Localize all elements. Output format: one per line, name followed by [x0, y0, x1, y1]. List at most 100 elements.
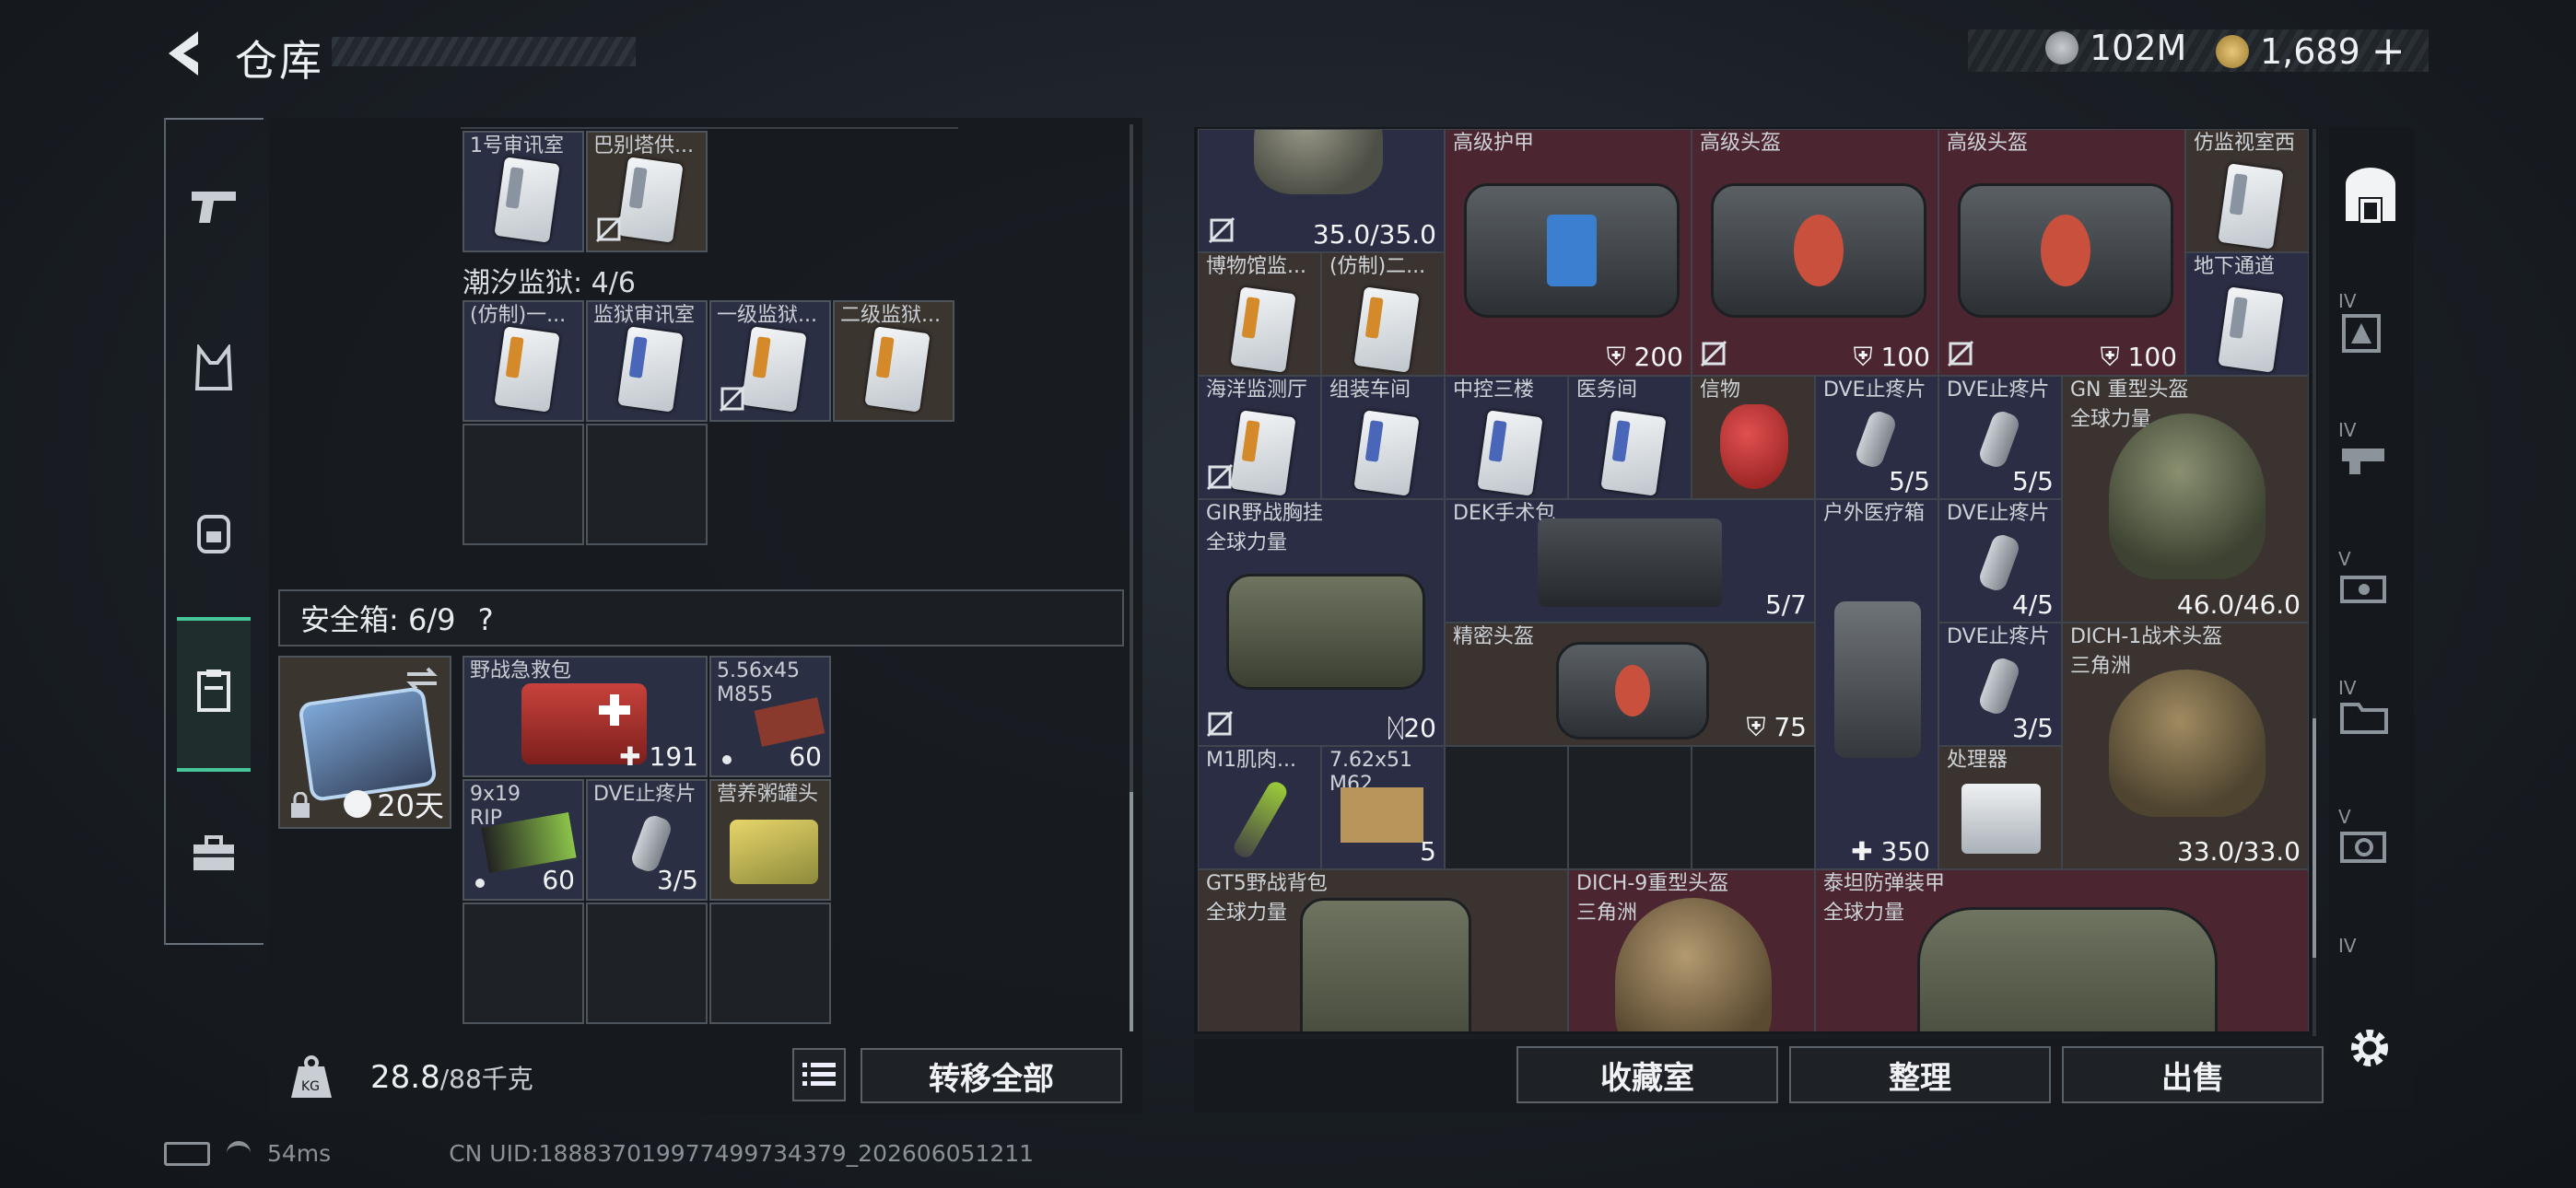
settings-button[interactable] — [2346, 1024, 2394, 1072]
pill-bottle-icon — [1853, 408, 1899, 471]
item-ammo-556[interactable]: 5.56x45 M855 60 — [709, 656, 831, 777]
rail-tier-loot[interactable]: V — [2338, 806, 2403, 870]
keycard-slot[interactable]: 1号审讯室 — [463, 131, 584, 252]
item-advanced-helmet[interactable]: 高级头盔 ⛨ 100 — [1938, 129, 2185, 376]
item-titan-armor[interactable]: 泰坦防弹装甲 全球力量 — [1815, 869, 2309, 1031]
item-token-mask[interactable]: 信物 — [1692, 376, 1815, 499]
rail-tier-ammo[interactable]: V — [2338, 548, 2403, 612]
weight-readout: 28.8/88千克 — [370, 1059, 533, 1096]
item-outdoor-medkit[interactable]: 户外医疗箱 ✚ 350 — [1815, 499, 1938, 869]
transfer-all-button[interactable]: 转移全部 — [861, 1048, 1122, 1103]
weight-max: /88千克 — [439, 1064, 533, 1094]
pill-bottle-icon — [1976, 531, 2022, 594]
sort-button[interactable]: 整理 — [1789, 1046, 2051, 1103]
item-count: 5/7 — [1764, 589, 1807, 620]
item-dek-surgery-kit[interactable]: DEK手术包 5/7 — [1445, 499, 1815, 623]
gold-amount: 1,689 — [2260, 30, 2360, 72]
item-dich9-helmet[interactable]: DICH-9重型头盔 三角洲 — [1568, 869, 1815, 1031]
item-gt5-backpack[interactable]: GT5野战背包 全球力量 — [1198, 869, 1568, 1031]
empty-slot[interactable] — [1692, 746, 1815, 869]
swap-icon[interactable] — [404, 665, 440, 693]
keycard-slot[interactable]: 巴别塔供... — [586, 131, 708, 252]
item-first-aid-kit[interactable]: 野战急救包 ✚ 191 — [463, 656, 708, 777]
inventory-scrollbar-thumb[interactable] — [1130, 792, 1133, 1031]
item-painkiller[interactable]: DVE止疼片 3/5 — [586, 779, 708, 901]
keycard-slot[interactable]: 中控三楼 — [1445, 376, 1568, 499]
processor-icon — [1961, 784, 2041, 854]
item-label: 泰坦防弹装甲 — [1823, 872, 1946, 895]
keycard-slot[interactable]: 组装车间 — [1321, 376, 1445, 499]
item-dich1-helmet[interactable]: DICH-1战术头盔 三角洲 33.0/33.0 — [2062, 623, 2309, 869]
ammo-dot-icon — [722, 755, 732, 764]
keycard-slot[interactable]: 博物馆监... — [1198, 252, 1321, 376]
empty-slot[interactable] — [463, 903, 584, 1024]
keycard-slot[interactable]: 海洋监测厅 — [1198, 376, 1321, 499]
keycard-slot[interactable]: 地下通道 — [2185, 252, 2309, 376]
keycard-slot[interactable]: (仿制)二... — [1321, 252, 1445, 376]
empty-slot[interactable] — [1568, 746, 1692, 869]
item-gir-chest-rig[interactable]: GIR野战胸挂 全球力量 ᛞ20 — [1198, 499, 1445, 746]
item-label: (仿制)一... — [470, 304, 567, 327]
nav-weapons[interactable] — [184, 177, 243, 236]
item-ammo-762[interactable]: 7.62x51 M62 5 — [1321, 746, 1445, 869]
empty-slot[interactable] — [463, 424, 584, 545]
item-advanced-armor[interactable]: 高级护甲 ⛨ 200 — [1445, 129, 1692, 376]
back-button[interactable] — [161, 26, 217, 81]
empty-slot[interactable] — [709, 903, 831, 1024]
item-label: 博物馆监... — [1206, 255, 1306, 278]
sell-button[interactable]: 出售 — [2062, 1046, 2324, 1103]
rail-tier-misc[interactable]: IV — [2338, 935, 2403, 990]
item-label: DVE止疼片 — [1947, 379, 2050, 402]
item-painkiller[interactable]: DVE止疼片 4/5 — [1938, 499, 2062, 623]
empty-slot[interactable] — [1445, 746, 1568, 869]
safebox-count: 安全箱: 6/9 — [300, 602, 456, 637]
rail-tier-armor[interactable]: IV — [2338, 290, 2403, 355]
nav-chest-rig[interactable] — [184, 339, 243, 398]
rail-all-items[interactable] — [2338, 164, 2403, 228]
tier-label: IV — [2338, 419, 2357, 441]
item-sublabel: 三角洲 — [1576, 902, 1638, 925]
nav-top-line — [164, 118, 263, 120]
nav-safebox[interactable] — [184, 661, 243, 720]
item-painkiller[interactable]: DVE止疼片 5/5 — [1815, 376, 1938, 499]
nav-toolbox[interactable] — [184, 824, 243, 883]
item-label: GN 重型头盔 — [2070, 379, 2189, 402]
item-label: 地下通道 — [2194, 255, 2276, 278]
svg-text:KG: KG — [301, 1079, 320, 1094]
medkit-case-icon — [1834, 601, 1921, 758]
back-arrow-icon — [169, 31, 198, 76]
item-precision-helmet[interactable]: 精密头盔 ⛨ 75 — [1445, 623, 1815, 746]
rail-tier-weapons[interactable]: IV — [2338, 419, 2403, 483]
collection-room-button[interactable]: 收藏室 — [1516, 1046, 1778, 1103]
empty-slot[interactable] — [586, 903, 708, 1024]
item-painkiller[interactable]: DVE止疼片 5/5 — [1938, 376, 2062, 499]
item-label: 巴别塔供... — [593, 134, 694, 157]
item-advanced-helmet[interactable]: 高级头盔 ⛨ 100 — [1692, 129, 1938, 376]
add-currency-button[interactable]: + — [2371, 28, 2406, 75]
item-label: M1肌肉... — [1206, 749, 1296, 772]
item-painkiller[interactable]: DVE止疼片 3/5 — [1938, 623, 2062, 746]
empty-slot[interactable] — [586, 424, 708, 545]
rail-tier-keys[interactable]: IV — [2338, 677, 2403, 741]
keycard-slot[interactable]: 一级监狱... — [709, 300, 831, 422]
status-footer: 54ms CN UID:18883701997749973437​9_20260… — [164, 1140, 1034, 1167]
keycard-slot[interactable]: 监狱审讯室 — [586, 300, 708, 422]
not-insured-icon — [1947, 340, 1974, 367]
stash-scrollbar-thumb[interactable] — [2313, 718, 2316, 958]
item-ammo-9x19[interactable]: 9x19 RIP 60 — [463, 779, 584, 901]
keycard-slot[interactable]: 二级监狱... — [833, 300, 954, 422]
safebox-case[interactable]: 20天 — [278, 656, 451, 829]
item-m1-injector[interactable]: M1肌肉... — [1198, 746, 1321, 869]
keycard-slot[interactable]: 医务间 — [1568, 376, 1692, 499]
user-uid: CN UID:18883701997749973437​9_2026060512… — [449, 1140, 1035, 1167]
nav-backpack[interactable] — [184, 502, 243, 561]
item-processor[interactable]: 处理器 — [1938, 746, 2062, 869]
help-icon[interactable]: ? — [478, 602, 494, 637]
list-view-button[interactable] — [792, 1048, 846, 1101]
keycard-slot[interactable]: 仿监视室西 — [2185, 129, 2309, 252]
container-divider — [461, 127, 958, 129]
keycard-slot[interactable]: (仿制)一... — [463, 300, 584, 422]
item-helmet-top[interactable]: 35.0/35.0 — [1198, 129, 1445, 252]
item-gn-heavy-helmet[interactable]: GN 重型头盔 全球力量 46.0/46.0 — [2062, 376, 2309, 623]
item-porridge-can[interactable]: 营养粥罐头 — [709, 779, 831, 901]
